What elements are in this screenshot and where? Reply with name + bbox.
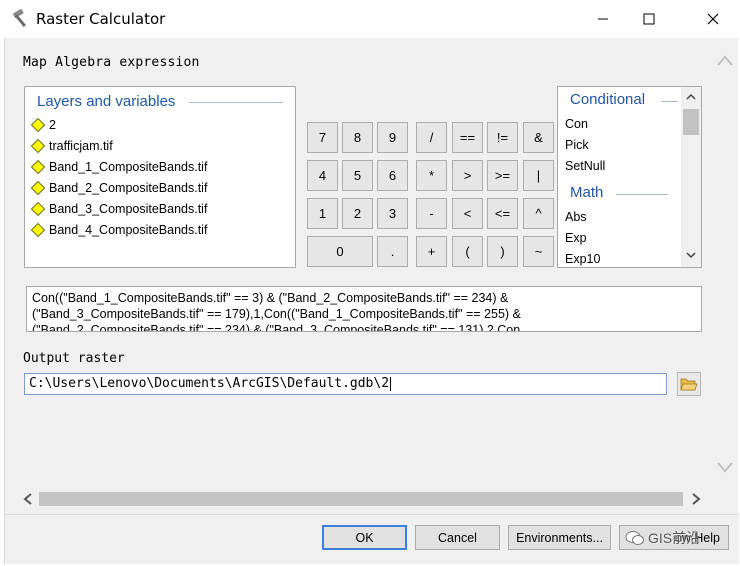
calc-button[interactable]: 8 — [342, 122, 373, 153]
calc-button[interactable]: ^ — [523, 198, 554, 229]
output-raster-label: Output raster — [23, 351, 125, 366]
layer-item[interactable]: trafficjam.tif — [31, 136, 113, 156]
layers-list[interactable]: Layers and variables 2 trafficjam.tif Band… — [24, 86, 296, 268]
cancel-button[interactable]: Cancel — [415, 525, 500, 550]
layer-diamond-icon — [31, 202, 45, 216]
expression-textbox[interactable]: Con(("Band_1_CompositeBands.tif" == 3) &… — [26, 286, 702, 332]
chevron-right-icon[interactable] — [689, 492, 703, 506]
calc-button[interactable]: / — [416, 122, 447, 153]
functions-scrollbar[interactable] — [681, 87, 701, 267]
calc-button[interactable]: * — [416, 160, 447, 191]
calc-button[interactable]: ~ — [523, 236, 554, 267]
layer-item-label: 2 — [49, 118, 56, 132]
calc-button[interactable]: > — [452, 160, 483, 191]
dialog-footer: OK Cancel Environments... ow Help GIS前沿 — [5, 514, 739, 564]
minimize-icon — [598, 18, 608, 20]
calc-button[interactable]: 6 — [377, 160, 408, 191]
layer-item-label: Band_2_CompositeBands.tif — [49, 181, 208, 195]
layer-item[interactable]: Band_2_CompositeBands.tif — [31, 178, 207, 198]
folder-open-icon — [680, 378, 698, 391]
function-item[interactable]: Pick — [565, 138, 589, 152]
layer-item[interactable]: Band_4_CompositeBands.tif — [31, 220, 207, 240]
window-title: Raster Calculator — [36, 10, 166, 28]
scrollbar-thumb[interactable] — [39, 492, 683, 506]
chevron-left-icon[interactable] — [21, 492, 35, 506]
close-icon — [707, 13, 719, 25]
layer-item-label: Band_4_CompositeBands.tif — [49, 223, 208, 237]
function-item[interactable]: Exp — [565, 231, 587, 245]
header-divider — [662, 101, 678, 102]
layer-item[interactable]: 2 — [31, 115, 56, 135]
calc-button[interactable]: | — [523, 160, 554, 191]
chevron-up-icon[interactable] — [716, 54, 734, 68]
layer-diamond-icon — [31, 118, 45, 132]
output-raster-value: C:\Users\Lenovo\Documents\ArcGIS\Default… — [29, 376, 390, 391]
expression-line: ("Band_2_CompositeBands.tif" == 234) & (… — [32, 323, 521, 332]
calc-button[interactable]: <= — [487, 198, 518, 229]
calc-button[interactable]: == — [452, 122, 483, 153]
chevron-down-icon[interactable] — [716, 460, 734, 474]
maximize-button[interactable] — [626, 0, 672, 38]
function-item[interactable]: Exp10 — [565, 252, 600, 266]
calc-button[interactable]: < — [452, 198, 483, 229]
layer-diamond-icon — [31, 223, 45, 237]
watermark: GIS前沿 — [625, 528, 700, 548]
ok-button[interactable]: OK — [322, 525, 407, 550]
layer-diamond-icon — [31, 160, 45, 174]
calc-button[interactable]: 9 — [377, 122, 408, 153]
function-group-header: Math — [570, 184, 604, 201]
calc-button[interactable]: >= — [487, 160, 518, 191]
calc-button[interactable]: 4 — [307, 160, 338, 191]
function-item[interactable]: SetNull — [565, 159, 605, 173]
calc-button[interactable]: != — [487, 122, 518, 153]
chevron-down-icon[interactable] — [685, 249, 697, 261]
calc-button[interactable]: . — [377, 236, 408, 267]
text-caret — [390, 376, 392, 391]
header-divider — [616, 194, 668, 195]
calc-button[interactable]: 3 — [377, 198, 408, 229]
minimize-button[interactable] — [580, 0, 626, 38]
title-bar: Raster Calculator — [0, 0, 740, 38]
calc-button[interactable]: ) — [487, 236, 518, 267]
function-item[interactable]: Abs — [565, 210, 587, 224]
calc-button[interactable]: + — [416, 236, 447, 267]
expression-line: ("Band_3_CompositeBands.tif" == 179),1,C… — [32, 307, 521, 321]
hammer-icon — [12, 8, 27, 28]
maximize-icon — [643, 13, 655, 25]
expression-line: Con(("Band_1_CompositeBands.tif" == 3) &… — [32, 291, 509, 305]
calc-button[interactable]: - — [416, 198, 447, 229]
calculator-pad: 7 8 9 /== != & 4 5 6 * > >= | 1 2 3- < <= ^ 0. +() ~ — [301, 120, 554, 268]
header-divider — [189, 102, 283, 103]
layer-item-label: Band_3_CompositeBands.tif — [49, 202, 208, 216]
layer-diamond-icon — [31, 181, 45, 195]
calc-button[interactable]: 7 — [307, 122, 338, 153]
layer-item[interactable]: Band_3_CompositeBands.tif — [31, 199, 207, 219]
scrollbar-thumb[interactable] — [683, 109, 699, 135]
layer-diamond-icon — [31, 139, 45, 153]
layers-header: Layers and variables — [37, 93, 176, 110]
calc-button[interactable]: 1 — [307, 198, 338, 229]
calc-button[interactable]: 5 — [342, 160, 373, 191]
calc-button[interactable]: ( — [452, 236, 483, 267]
chevron-up-icon[interactable] — [685, 91, 697, 103]
layer-item-label: Band_1_CompositeBands.tif — [49, 160, 208, 174]
dialog-body: Map Algebra expression Layers and variab… — [4, 38, 739, 564]
layer-item[interactable]: Band_1_CompositeBands.tif — [31, 157, 207, 177]
function-item[interactable]: Con — [565, 117, 588, 131]
output-raster-input[interactable]: C:\Users\Lenovo\Documents\ArcGIS\Default… — [24, 373, 667, 395]
layer-item-label: trafficjam.tif — [49, 139, 113, 153]
wechat-icon — [625, 531, 644, 545]
calc-button[interactable]: & — [523, 122, 554, 153]
calc-button[interactable]: 2 — [342, 198, 373, 229]
horizontal-scrollbar[interactable] — [19, 488, 703, 510]
watermark-text: GIS前沿 — [648, 530, 701, 546]
calc-button[interactable]: 0 — [307, 236, 373, 267]
expression-label: Map Algebra expression — [23, 55, 200, 70]
function-group-header: Conditional — [570, 91, 646, 108]
environments-button[interactable]: Environments... — [508, 525, 611, 550]
browse-button[interactable] — [677, 372, 701, 396]
close-button[interactable] — [690, 0, 736, 38]
functions-list[interactable]: Conditional Con Pick SetNull Math Abs Exp Exp10 — [557, 86, 702, 268]
